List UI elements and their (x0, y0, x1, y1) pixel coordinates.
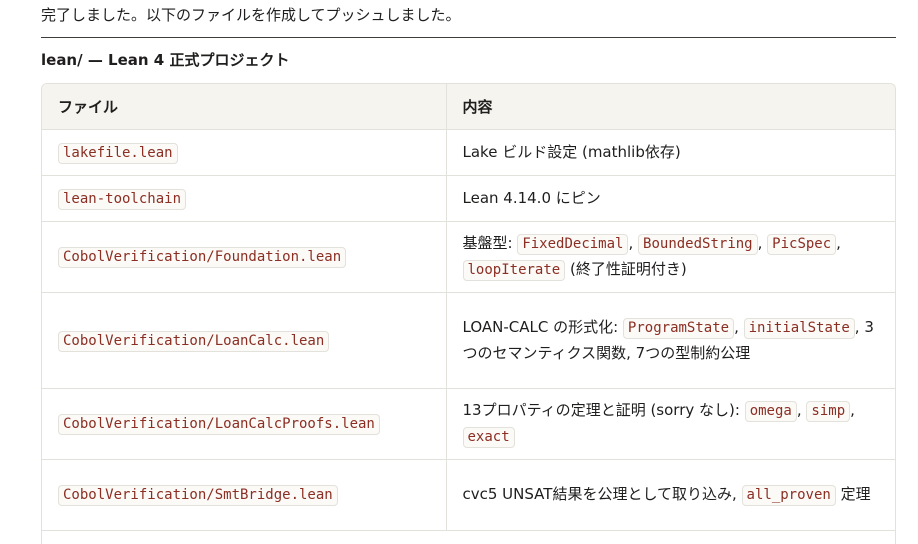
file-cell: CobolVerification/SmtBridge.lean (42, 459, 446, 531)
file-table: ファイル 内容 lakefile.lean Lake ビルド設定 (mathli… (42, 84, 895, 531)
file-cell: lean-toolchain (42, 175, 446, 222)
table-row: CobolVerification/SmtBridge.lean cvc5 UN… (42, 459, 895, 531)
header-content: 内容 (445, 84, 895, 130)
horizontal-divider (41, 37, 896, 38)
content-cell: Lake ビルド設定 (mathlib依存) (445, 129, 895, 176)
content-text: LOAN-CALC の形式化: (462, 318, 623, 336)
content-cell: cvc5 UNSAT結果を公理として取り込み, all_proven 定理 (445, 459, 895, 531)
content-text: Lake ビルド設定 (mathlib依存) (462, 143, 681, 161)
content-text: , (757, 234, 768, 252)
file-table-container: ファイル 内容 lakefile.lean Lake ビルド設定 (mathli… (41, 83, 896, 544)
file-name-code: lean-toolchain (58, 188, 187, 210)
file-name-code: CobolVerification/LoanCalcProofs.lean (58, 414, 380, 435)
content-text: 定理 (835, 485, 871, 503)
inline-code: initialState (743, 318, 855, 339)
table-row: CobolVerification/LoanCalcProofs.lean 13… (42, 388, 895, 460)
table-row: CobolVerification/Foundation.lean 基盤型: F… (42, 221, 895, 293)
file-cell: lakefile.lean (42, 129, 446, 176)
content-cell: 基盤型: FixedDecimal, BoundedString, PicSpe… (445, 221, 895, 293)
file-name-code: CobolVerification/Foundation.lean (58, 247, 347, 268)
content-text: , (628, 234, 639, 252)
content-text: cvc5 UNSAT結果を公理として取り込み, (462, 485, 742, 503)
content-cell: Lean 4.14.0 にピン (445, 175, 895, 222)
table-header-row: ファイル 内容 (42, 84, 895, 130)
file-cell: CobolVerification/Foundation.lean (42, 221, 446, 293)
file-name-code: CobolVerification/SmtBridge.lean (58, 485, 338, 506)
table-row: lakefile.lean Lake ビルド設定 (mathlib依存) (42, 129, 895, 176)
inline-code: omega (744, 401, 797, 422)
content-text: 基盤型: (462, 234, 518, 252)
file-name-code: lakefile.lean (58, 142, 178, 164)
content-text: (終了性証明付き) (565, 260, 687, 278)
inline-code: FixedDecimal (517, 234, 629, 255)
inline-code: PicSpec (767, 234, 837, 255)
inline-code: BoundedString (638, 234, 758, 255)
inline-code: loopIterate (462, 260, 566, 281)
header-file: ファイル (42, 84, 446, 130)
inline-code: simp (806, 401, 851, 422)
content-text: , (734, 318, 744, 336)
inline-code: all_proven (741, 485, 836, 506)
file-cell: CobolVerification/LoanCalcProofs.lean (42, 388, 446, 460)
inline-code: ProgramState (622, 318, 735, 339)
intro-text: 完了しました。以下のファイルを作成してプッシュしました。 (41, 6, 461, 24)
file-name-code: CobolVerification/LoanCalc.lean (58, 330, 330, 352)
content-text: , (836, 234, 841, 252)
content-cell: LOAN-CALC の形式化: ProgramState, initialSta… (445, 292, 895, 389)
inline-code: exact (462, 427, 515, 448)
section-heading: lean/ — Lean 4 正式プロジェクト (41, 51, 290, 69)
content-text: Lean 4.14.0 にピン (462, 189, 601, 207)
table-row: lean-toolchain Lean 4.14.0 にピン (42, 175, 895, 222)
table-row: CobolVerification/LoanCalc.lean LOAN-CAL… (42, 292, 895, 389)
content-text: 13プロパティの定理と証明 (sorry なし): (462, 401, 745, 419)
content-text: , (796, 401, 807, 419)
file-cell: CobolVerification/LoanCalc.lean (42, 292, 446, 389)
content-cell: 13プロパティの定理と証明 (sorry なし): omega, simp, e… (445, 388, 895, 460)
content-text: , (850, 401, 855, 419)
